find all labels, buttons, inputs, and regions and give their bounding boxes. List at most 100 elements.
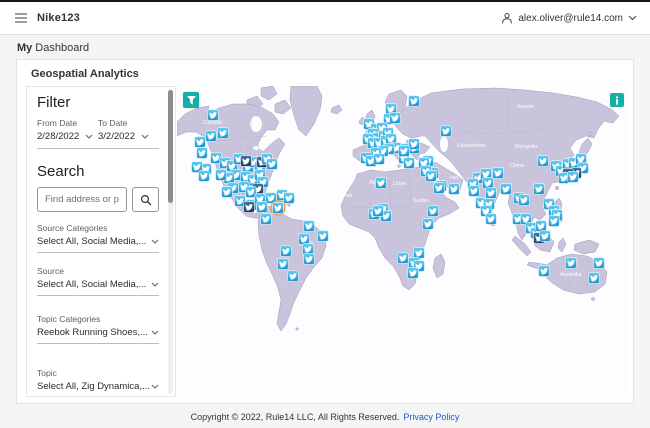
search-input[interactable] [37,187,127,212]
map-marker[interactable] [408,138,420,150]
world-map[interactable]: Canada Russia Mongolia China Kazakhstan Iran L… [177,86,628,398]
map-marker[interactable] [433,182,445,194]
map-marker[interactable] [280,245,292,257]
menu-button[interactable] [13,11,29,25]
map-marker[interactable] [270,200,286,216]
map-marker[interactable] [468,185,480,197]
chevron-down-icon [85,134,93,139]
map-marker[interactable] [194,136,206,148]
copyright-text: Copyright © 2022, Rule14 LLC, All Rights… [190,411,400,422]
map-marker[interactable] [260,213,272,225]
map-marker[interactable] [196,147,208,159]
field-label: Source [37,266,64,276]
to-date-select[interactable]: 3/2/2022 [98,131,159,142]
map-marker[interactable] [207,109,219,121]
map-container: Canada Russia Mongolia China Kazakhstan Iran L… [177,86,628,398]
map-marker[interactable] [408,95,420,107]
map-marker[interactable] [283,192,295,204]
map-marker[interactable] [535,220,547,232]
map-marker[interactable] [372,205,384,217]
map-marker[interactable] [221,186,233,198]
map-marker[interactable] [243,201,255,213]
topic-select[interactable]: Select All, Zig Dynamica,... [37,381,159,396]
map-marker[interactable] [373,153,385,165]
map-marker[interactable] [427,205,439,217]
map-marker[interactable] [256,201,268,213]
map-marker[interactable] [205,130,217,142]
country-label: Canada [203,120,223,126]
map-marker[interactable] [448,183,460,195]
map-info-button[interactable] [610,93,624,107]
map-marker[interactable] [537,155,549,167]
user-menu[interactable]: alex.oliver@rule14.com [501,12,637,24]
map-marker[interactable] [240,155,252,167]
dashboard-card: Geospatial Analytics Filter From Date 2/… [16,59,634,404]
map-marker[interactable] [287,270,299,282]
panel-scrollbar[interactable] [168,89,173,394]
map-marker[interactable] [298,233,310,245]
map-marker[interactable] [277,258,289,270]
user-icon [502,13,513,24]
map-marker[interactable] [565,257,577,269]
search-button[interactable] [132,187,159,212]
user-email: alex.oliver@rule14.com [518,12,623,24]
map-marker[interactable] [440,125,452,137]
select-value: Select All, Social Media,... [37,279,147,290]
source-select[interactable]: Select All, Social Media,... [37,279,159,296]
map-marker[interactable] [389,112,401,124]
map-marker[interactable] [413,247,425,259]
map-marker[interactable] [198,170,210,182]
topic-categories-select[interactable]: Reebok Running Shoes,... [37,327,159,344]
map-marker[interactable] [403,157,415,169]
privacy-policy-link[interactable]: Privacy Policy [403,412,459,422]
map-marker[interactable] [303,220,315,232]
map-marker[interactable] [533,183,545,195]
breadcrumb-label: Dashboard [35,42,90,54]
map-filter-button[interactable] [183,92,199,108]
map-marker[interactable] [492,167,504,179]
filter-heading: Filter [37,94,71,111]
info-icon [615,95,619,105]
map-marker[interactable] [303,253,315,265]
map-marker[interactable] [397,252,409,264]
field-label: Source Categories [37,223,108,233]
scrollbar-thumb[interactable] [168,90,173,203]
map-marker[interactable] [518,194,530,206]
map-marker[interactable] [215,169,227,181]
date-range-row: From Date 2/28/2022 To Date 3/2/2022 [37,118,159,149]
map-marker[interactable] [567,171,579,183]
map-marker[interactable] [548,215,560,227]
country-label: Russia [517,104,535,110]
top-nav: Nike123 alex.oliver@rule14.com [0,0,650,35]
source-categories-select[interactable]: Select All, Social Media,... [37,236,159,253]
filter-panel: Filter From Date 2/28/2022 To Date 3/2/2… [26,86,176,397]
map-marker[interactable] [539,230,551,242]
from-date-field: From Date 2/28/2022 [37,118,98,142]
map-marker[interactable] [485,187,497,199]
topic-categories-field: Topic Categories Reebok Running Shoes,..… [37,314,159,344]
map-marker[interactable] [500,183,512,195]
map-marker[interactable] [217,127,229,139]
from-date-select[interactable]: 2/28/2022 [37,131,98,142]
field-label: Topic Categories [37,314,101,324]
map-marker[interactable] [485,213,497,225]
map-marker[interactable] [407,267,419,279]
map-marker[interactable] [398,145,410,157]
nav-left: Nike123 [13,11,80,25]
search-row [37,187,159,212]
map-marker[interactable] [266,158,278,170]
to-date-label: To Date [98,118,128,128]
source-categories-field: Source Categories Select All, Social Med… [37,223,159,253]
map-marker[interactable] [302,243,314,255]
map-marker[interactable] [425,170,437,182]
map-marker[interactable] [375,177,387,189]
country-label: Mongolia [515,144,538,150]
search-heading: Search [37,163,85,180]
map-marker[interactable] [482,177,494,189]
map-marker[interactable] [422,218,434,230]
map-marker[interactable] [588,272,600,284]
country-label: China [510,163,525,169]
map-marker[interactable] [593,257,605,269]
map-marker[interactable] [317,230,329,242]
map-marker[interactable] [538,265,550,277]
